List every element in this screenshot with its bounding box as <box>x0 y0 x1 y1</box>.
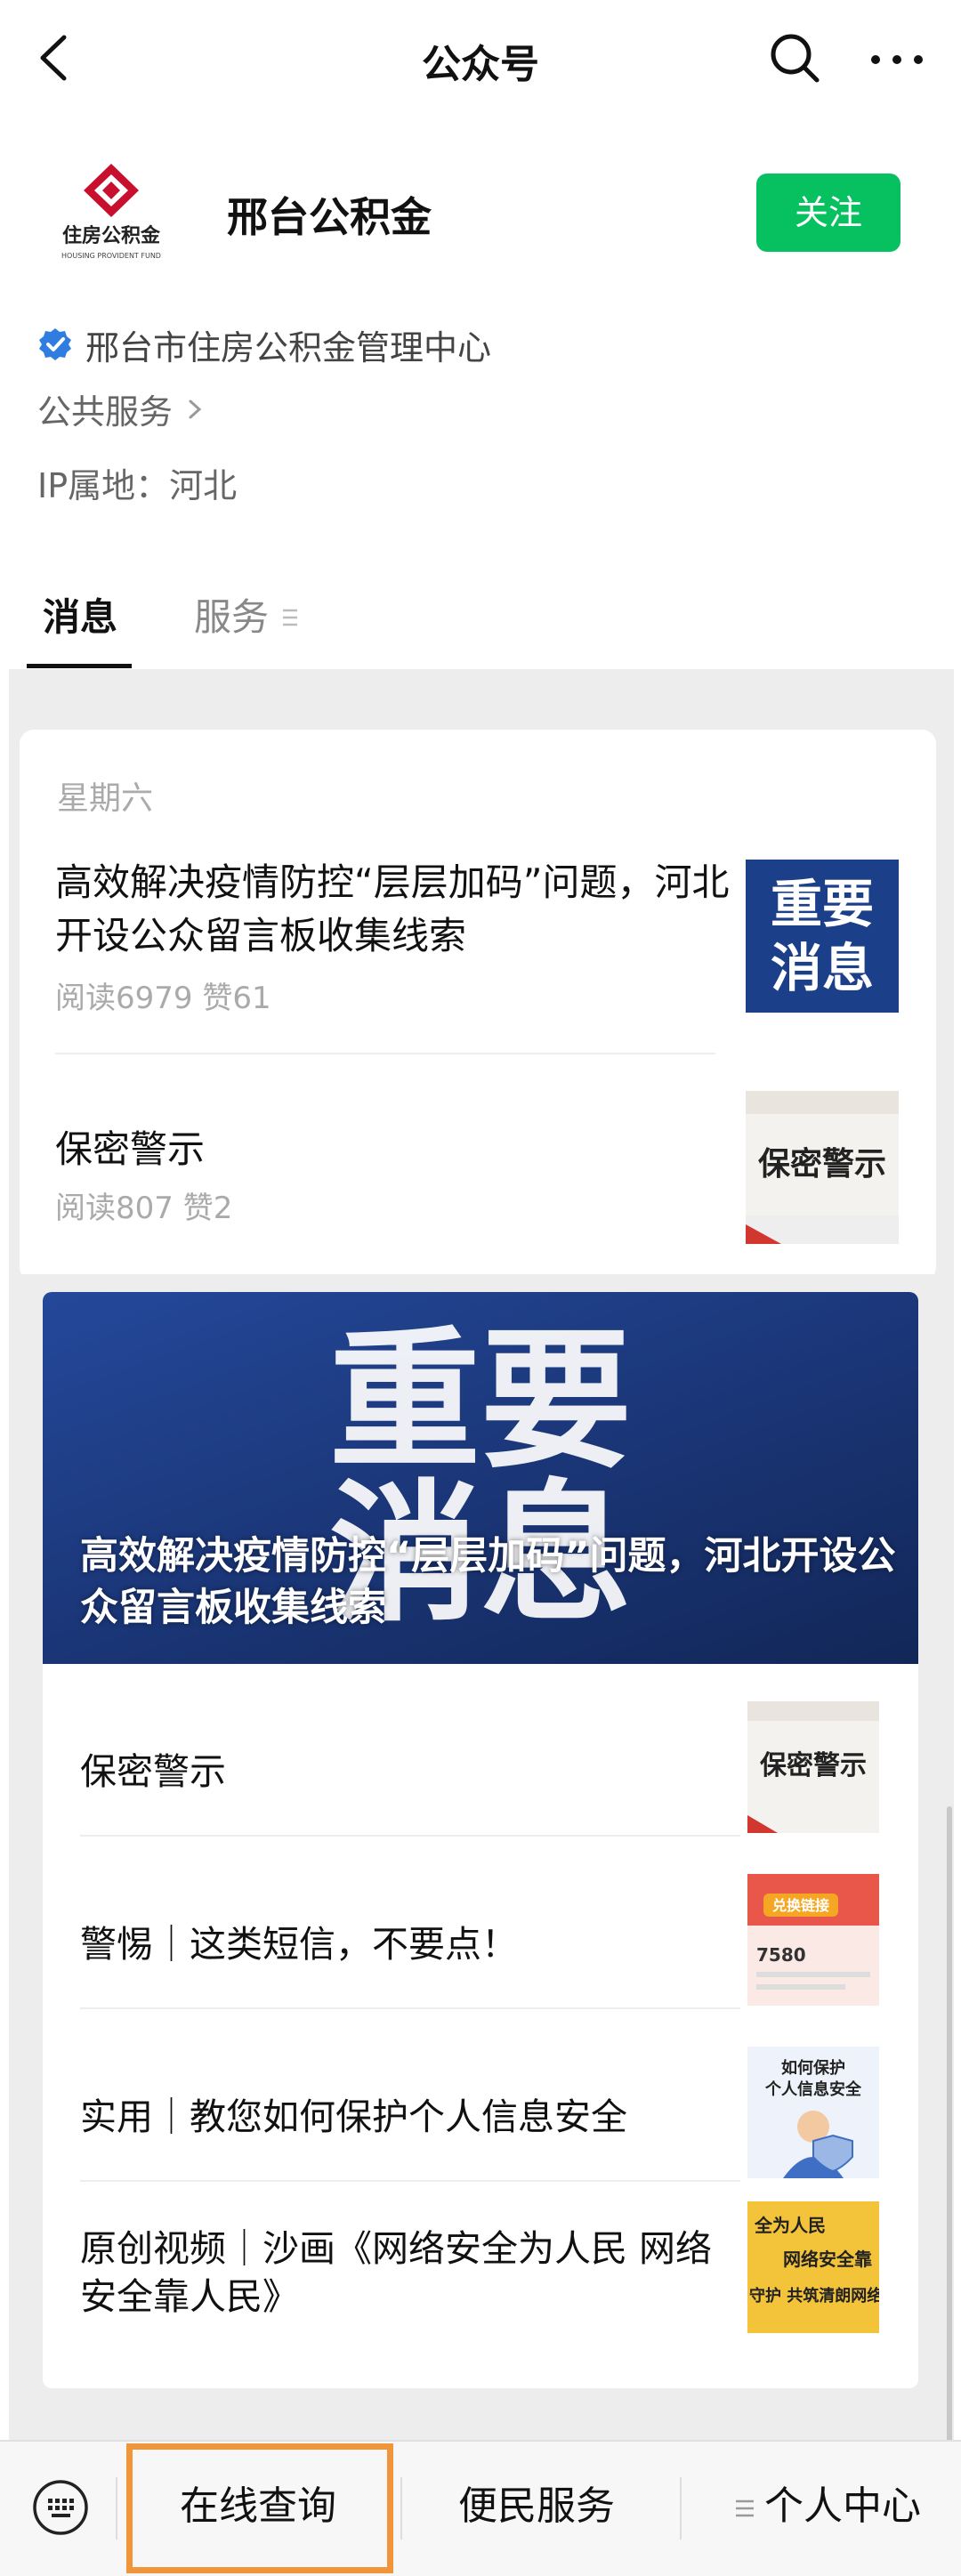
ip-location: IP属地：河北 <box>37 466 238 505</box>
warning-poster-image: 保密警示 <box>746 1091 899 1244</box>
svg-text:住房公积金: 住房公积金 <box>62 224 161 247</box>
svg-text:HOUSING PROVIDENT FUND: HOUSING PROVIDENT FUND <box>61 252 161 260</box>
svg-text:如何保护: 如何保护 <box>781 2058 845 2078</box>
submenu-item-label: 警惕｜这类短信，不要点！ <box>80 1923 518 1966</box>
divider <box>400 2477 402 2540</box>
article-stats: 阅读6979 赞61 <box>55 981 271 1016</box>
submenu-item-label: 保密警示 <box>80 1750 226 1793</box>
menu-personal-center-label: 个人中心 <box>764 2483 921 2529</box>
svg-text:守护 共筑清朗网络: 守护 共筑清朗网络 <box>749 2286 879 2305</box>
submenu-item[interactable]: 保密警示 保密警示 <box>43 1664 918 1837</box>
account-logo: 住房公积金 HOUSING PROVIDENT FUND <box>61 164 161 260</box>
verified-org-name: 邢台市住房公积金管理中心 <box>85 327 492 367</box>
verified-org-row[interactable]: 邢台市住房公积金管理中心 <box>37 322 491 367</box>
divider <box>116 2477 117 2540</box>
svg-text:兑换链接: 兑换链接 <box>772 1897 829 1914</box>
article-title[interactable]: 保密警示 <box>55 1119 205 1174</box>
article-stats: 阅读807 赞2 <box>55 1191 233 1226</box>
scrollbar[interactable] <box>947 1806 952 2447</box>
svg-text:保密警示: 保密警示 <box>760 1750 867 1781</box>
submenu-item-thumbnail: 兑换链接 7580 <box>747 1874 879 2006</box>
svg-text:7580: 7580 <box>756 1944 806 1966</box>
divider <box>55 1053 715 1054</box>
follow-button[interactable]: 关注 <box>756 174 900 252</box>
tab-bar: 消息 服务 <box>0 569 961 668</box>
svg-text:全为人民: 全为人民 <box>754 2215 826 2236</box>
account-name: 邢台公积金 <box>227 193 432 241</box>
submenu-item-label: 原创视频｜沙画《网络安全为人民 网络安全靠人民》 <box>80 2227 713 2318</box>
submenu-item[interactable]: 警惕｜这类短信，不要点！ 兑换链接 7580 <box>43 1837 918 2009</box>
article-title[interactable]: 高效解决疫情防控“层层加码”问题，河北开设公众留言板收集线索 <box>55 856 731 963</box>
submenu-item-thumbnail: 保密警示 <box>747 1701 879 1833</box>
message-day-label: 星期六 <box>57 780 154 817</box>
menu-personal-center[interactable]: 个人中心 <box>712 2475 943 2538</box>
verified-badge-icon <box>39 328 71 360</box>
highlight-box <box>126 2443 393 2573</box>
svg-text:个人信息安全: 个人信息安全 <box>764 2079 862 2099</box>
submenu-item-thumbnail: 如何保护 个人信息安全 <box>747 2047 879 2178</box>
category-label: 公共服务 <box>37 392 174 432</box>
banner-article-title: 高效解决疫情防控“层层加码”问题，河北开设公众留言板收集线索 <box>80 1534 896 1630</box>
svg-text:网络安全靠: 网络安全靠 <box>783 2249 872 2270</box>
keyboard-icon[interactable] <box>32 2479 89 2536</box>
active-tab-indicator <box>27 664 132 668</box>
search-icon[interactable] <box>765 28 824 87</box>
tab-services[interactable]: 服务 <box>194 587 269 642</box>
thumbnail-text: 重要消息 <box>770 874 874 998</box>
menu-lines-icon <box>283 609 297 626</box>
submenu-item-label: 实用｜教您如何保护个人信息安全 <box>80 2096 627 2138</box>
submenu-item[interactable]: 原创视频｜沙画《网络安全为人民 网络安全靠人民》 全为人民 网络安全靠 守护 共… <box>43 2182 918 2354</box>
svg-text:保密警示: 保密警示 <box>758 1145 886 1183</box>
submenu-banner[interactable]: 重要消息 高效解决疫情防控“层层加码”问题，河北开设公众留言板收集线索 <box>43 1292 918 1664</box>
article-thumbnail[interactable]: 保密警示 <box>746 1091 899 1244</box>
tab-messages[interactable]: 消息 <box>43 587 117 642</box>
more-options-icon[interactable] <box>861 28 933 87</box>
submenu-item-thumbnail: 全为人民 网络安全靠 守护 共筑清朗网络 <box>747 2201 879 2333</box>
submenu-panel: 重要消息 高效解决疫情防控“层层加码”问题，河北开设公众留言板收集线索 保密警示… <box>43 1292 918 2388</box>
submenu-item[interactable]: 实用｜教您如何保护个人信息安全 如何保护 个人信息安全 <box>43 2009 918 2182</box>
chevron-right-icon <box>189 400 202 418</box>
submenu-lines-icon <box>736 2499 754 2517</box>
article-thumbnail[interactable]: 重要消息 <box>746 860 899 1013</box>
divider <box>680 2477 682 2540</box>
account-category[interactable]: 公共服务 <box>37 384 205 433</box>
top-nav-bar: 公众号 <box>0 0 961 116</box>
menu-convenience-services[interactable]: 便民服务 <box>408 2475 666 2538</box>
